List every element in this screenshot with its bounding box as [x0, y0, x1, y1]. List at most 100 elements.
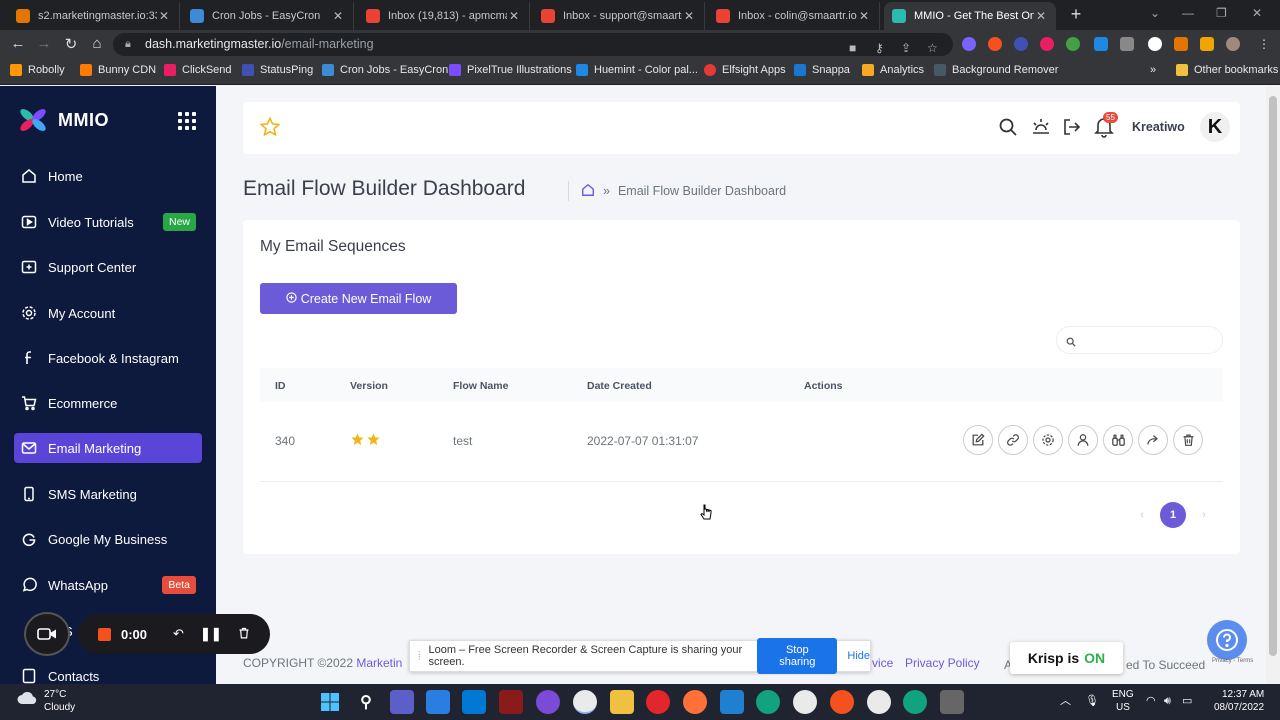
breadcrumb-home-icon[interactable] — [581, 183, 595, 200]
sidebar-item-contacts[interactable]: Contacts — [14, 661, 202, 684]
close-tab-icon[interactable]: ✕ — [507, 9, 521, 23]
krisp-status[interactable]: Krisp is ON — [1010, 642, 1123, 674]
close-tab-icon[interactable]: ✕ — [331, 9, 345, 23]
bookmark[interactable]: Cron Jobs - EasyCron — [322, 64, 448, 76]
tray-overflow-icon[interactable]: ︿ — [1060, 695, 1071, 707]
game-app-icon[interactable] — [499, 690, 523, 714]
profile-avatar[interactable] — [1226, 37, 1240, 51]
weather-desc[interactable]: Cloudy — [44, 702, 75, 714]
share-icon[interactable]: ⇪ — [901, 37, 911, 60]
firefox-icon[interactable] — [683, 690, 707, 714]
extension-icon[interactable] — [988, 37, 1002, 51]
bookmark[interactable]: PixelTrue Illustrations — [449, 64, 572, 76]
binoculars-icon[interactable] — [1103, 425, 1133, 455]
menu-dots-icon[interactable]: ⋮ — [1258, 37, 1270, 51]
wifi-icon[interactable]: ◠ — [1146, 695, 1156, 707]
app-icon[interactable] — [940, 690, 964, 714]
pagination-page-1[interactable]: 1 — [1160, 502, 1186, 528]
footer-terms-link[interactable]: vice — [872, 656, 893, 670]
sidebar-item-my-account[interactable]: My Account — [14, 298, 202, 328]
trash-icon[interactable] — [1173, 425, 1203, 455]
pagination-prev[interactable]: ‹ — [1129, 502, 1155, 528]
stop-record-icon[interactable] — [98, 627, 111, 641]
settings-gear-icon[interactable] — [1033, 425, 1063, 455]
user-name[interactable]: Kreatiwo — [1132, 120, 1185, 134]
microphone-icon[interactable]: 🎙︎ — [1085, 695, 1099, 707]
chrome-icon[interactable] — [573, 690, 597, 714]
edit-flow-icon[interactable] — [963, 425, 993, 455]
brand[interactable]: MMIO — [18, 106, 109, 134]
table-search[interactable] — [1056, 326, 1223, 354]
extension-icon[interactable] — [962, 37, 976, 51]
column-header-date-created[interactable]: Date Created — [587, 380, 652, 392]
hide-button[interactable]: Hide — [847, 650, 870, 662]
trash-icon[interactable] — [238, 626, 250, 643]
loom-camera-button[interactable] — [24, 612, 70, 656]
bookmark[interactable]: ClickSend — [164, 64, 232, 76]
avatar[interactable]: K — [1200, 112, 1230, 142]
sidebar-item-video-tutorials[interactable]: Video Tutorials New — [14, 207, 202, 237]
windows-start-icon[interactable] — [318, 690, 342, 714]
sidebar-item-email-marketing[interactable]: Email Marketing — [14, 433, 202, 463]
pagination-next[interactable]: › — [1191, 502, 1217, 528]
other-bookmarks[interactable]: Other bookmarks — [1176, 64, 1278, 76]
sidebar-item-facebook-instagram[interactable]: Facebook & Instagram — [14, 343, 202, 373]
column-header-id[interactable]: ID — [275, 380, 286, 392]
taskbar-search-icon[interactable]: ⚲ — [354, 690, 378, 714]
bookmark[interactable]: Elfsight Apps — [704, 64, 786, 76]
extension-icon[interactable] — [1120, 37, 1134, 51]
key-icon[interactable]: ⚷ — [875, 37, 884, 60]
sidebar-panel-icon[interactable] — [1200, 37, 1214, 51]
bookmark[interactable]: Analytics — [862, 64, 924, 76]
vscode-icon[interactable] — [720, 690, 744, 714]
extension-icon[interactable] — [1148, 37, 1162, 51]
user-icon[interactable] — [1068, 425, 1098, 455]
extension-icon[interactable] — [1066, 37, 1080, 51]
scrollbar-thumb[interactable] — [1269, 96, 1277, 656]
chrome-icon[interactable] — [793, 690, 817, 714]
input-language[interactable]: ENG — [1112, 689, 1134, 701]
clock-time[interactable]: 12:37 AM — [1222, 689, 1264, 701]
file-explorer-icon[interactable] — [610, 690, 634, 714]
back-icon[interactable]: ← — [8, 35, 28, 52]
close-tab-icon[interactable]: ✕ — [1034, 9, 1048, 23]
help-button[interactable] — [1207, 620, 1247, 660]
footer-brand-link[interactable]: Marketin — [356, 656, 402, 670]
battery-icon[interactable]: ▭ — [1182, 695, 1192, 707]
extension-icon[interactable] — [1040, 37, 1054, 51]
link-icon[interactable] — [998, 425, 1028, 455]
bookmark[interactable]: Bunny CDN — [80, 64, 156, 76]
app-icon[interactable] — [536, 690, 560, 714]
column-header-flow-name[interactable]: Flow Name — [453, 380, 508, 392]
input-region[interactable]: US — [1116, 702, 1130, 714]
drag-handle-icon[interactable]: ⦙ — [418, 650, 420, 663]
clock-date[interactable]: 08/07/2022 — [1214, 702, 1264, 714]
browser-tab[interactable]: Cron Jobs - EasyCron ✕ — [182, 2, 354, 30]
share-forward-icon[interactable] — [1138, 425, 1168, 455]
search-icon[interactable] — [998, 117, 1018, 142]
bookmark[interactable]: Snappa — [794, 64, 850, 76]
browser-tab[interactable]: Inbox - colin@smaartr.io - ✕ — [708, 2, 880, 30]
chrome-icon[interactable] — [867, 690, 891, 714]
browser-tab-active[interactable]: MMIO - Get The Best Onlin ✕ — [884, 2, 1056, 30]
sidebar-item-whatsapp[interactable]: WhatsApp Beta — [14, 570, 202, 600]
sidebar-item-google-my-business[interactable]: Google My Business — [14, 524, 202, 554]
bookmark[interactable]: Robolly — [10, 64, 65, 76]
sidebar-item-ecommerce[interactable]: Ecommerce — [14, 388, 202, 418]
minimize-icon[interactable]: — — [1182, 6, 1194, 20]
sidebar-item-support-center[interactable]: Support Center — [14, 252, 202, 282]
reload-icon[interactable]: ↻ — [61, 35, 81, 53]
home-icon[interactable]: ⌂ — [87, 35, 107, 52]
apps-grid-icon[interactable] — [178, 112, 196, 130]
edge-icon[interactable] — [756, 690, 780, 714]
star-icon[interactable] — [259, 116, 281, 143]
weather-temp[interactable]: 27°C — [44, 689, 66, 701]
new-tab-icon[interactable]: + — [1066, 4, 1086, 25]
volume-icon[interactable]: 🔊︎ — [1164, 695, 1171, 707]
camera-icon[interactable]: ■ — [849, 37, 856, 60]
close-tab-icon[interactable]: ✕ — [157, 9, 171, 23]
edge-icon[interactable] — [903, 690, 927, 714]
create-email-flow-button[interactable]: Create New Email Flow — [260, 283, 457, 314]
bookmark-star-icon[interactable]: ☆ — [927, 37, 938, 60]
close-tab-icon[interactable]: ✕ — [682, 9, 696, 23]
